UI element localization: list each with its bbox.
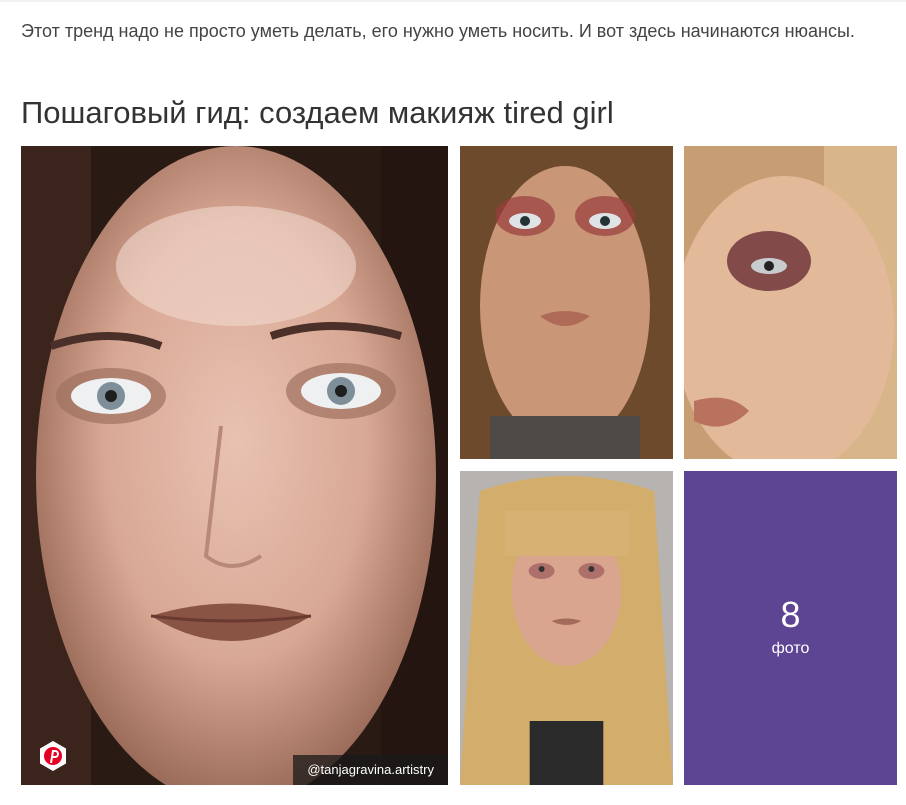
gallery-photo-2[interactable] [460,146,673,459]
portrait-image [684,146,897,459]
more-photos-label: фото [771,640,810,657]
portrait-image [460,146,673,459]
section-heading: Пошаговый гид: создаем макияж tired girl [21,95,614,130]
portrait-image [21,146,448,785]
pinterest-save-button[interactable] [37,740,69,772]
gallery-photo-3[interactable] [684,146,897,459]
top-divider [0,0,906,2]
photo-credit: @tanjagravina.artistry [293,755,448,785]
intro-paragraph: Этот тренд надо не просто уметь делать, … [21,21,855,41]
more-photos-button[interactable]: 8 фото [684,471,897,785]
portrait-image [460,471,673,785]
gallery-photo-main[interactable]: @tanjagravina.artistry [21,146,448,785]
pinterest-icon [40,741,66,771]
more-photos-count: 8 [780,594,801,635]
gallery-photo-4[interactable] [460,471,673,785]
photo-gallery: @tanjagravina.artistry 8 фото [21,146,897,785]
